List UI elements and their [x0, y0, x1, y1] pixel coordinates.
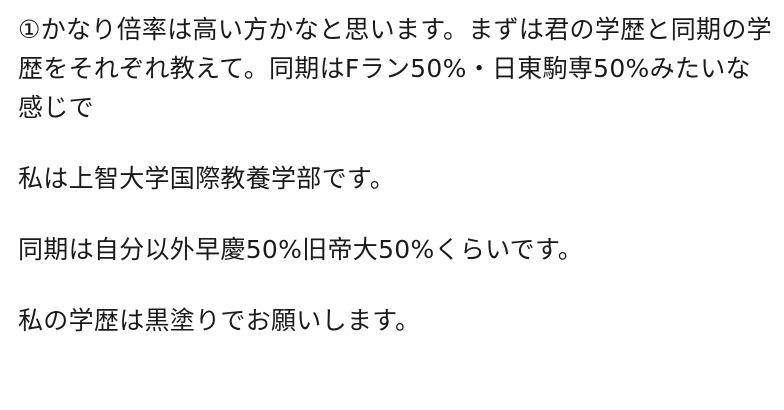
message-paragraph-question: ①かなり倍率は高い方かなと思います。まずは君の学歴と同期の学歴をそれぞれ教えて。… [18, 15, 772, 122]
message-paragraph-peers-education: 同期は自分以外早慶50%旧帝大50%くらいです。 [18, 235, 584, 264]
message-paragraph-request: 私の学歴は黒塗りでお願いします。 [18, 306, 421, 335]
message-paragraph-own-education: 私は上智大学国際教養学部です。 [18, 164, 396, 193]
message-body: ①かなり倍率は高い方かなと思います。まずは君の学歴と同期の学歴をそれぞれ教えて。… [0, 0, 784, 410]
